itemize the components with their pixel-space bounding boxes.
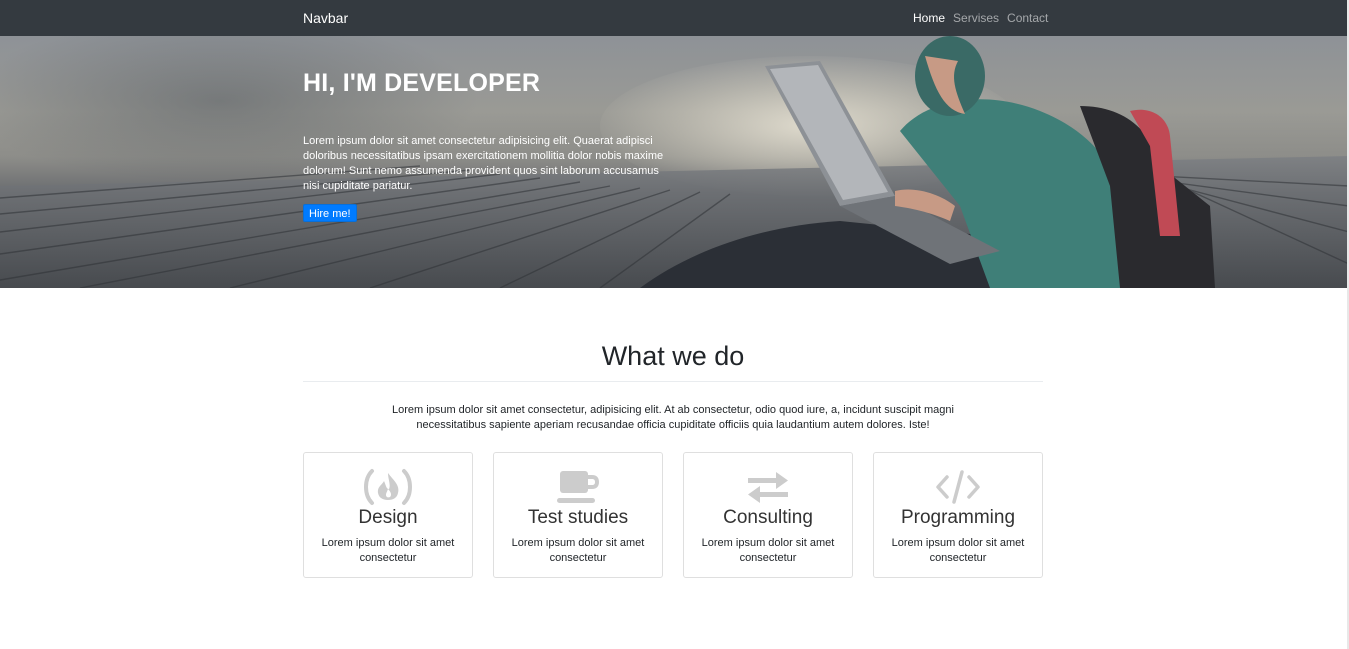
card-text: Lorem ipsum dolor sit amet consectetur [511,537,645,564]
navbar: Navbar Home Servises Contact [0,0,1349,36]
nav-link-contact[interactable]: Contact [1007,11,1048,25]
card-title: Consulting [723,507,813,528]
navbar-brand[interactable]: Navbar [303,10,348,26]
card-text: Lorem ipsum dolor sit amet consectetur [891,537,1025,564]
card-title: Programming [900,507,1016,528]
section-divider [303,381,1043,382]
service-card-consulting: Consulting Lorem ipsum dolor sit amet co… [683,452,853,578]
hero-description: Lorem ipsum dolor sit amet consectetur a… [303,135,664,192]
section-title: What we do [601,341,745,371]
card-text: Lorem ipsum dolor sit amet consectetur [701,537,835,564]
card-text: Lorem ipsum dolor sit amet consectetur [321,537,455,564]
developer-figure [640,36,1215,288]
hero-banner: HI, I'M DEVELOPER Lorem ipsum dolor sit … [0,36,1349,288]
coffee-icon [494,467,662,507]
service-card-design: Design Lorem ipsum dolor sit amet consec… [303,452,473,578]
nav-link-services[interactable]: Servises [953,11,999,25]
exchange-icon [684,467,852,507]
card-title: Test studies [527,507,629,528]
free-code-camp-icon [304,467,472,507]
hero-title: HI, I'M DEVELOPER [303,69,541,97]
card-title: Design [358,507,418,528]
service-card-programming: Programming Lorem ipsum dolor sit amet c… [873,452,1043,578]
section-description: Lorem ipsum dolor sit amet consectetur, … [392,404,954,431]
hire-me-button[interactable]: Hire me! [303,204,357,222]
nav-link-home[interactable]: Home [913,11,945,25]
nav-links: Home Servises Contact [913,11,1048,25]
code-icon [874,467,1042,507]
service-card-test-studies: Test studies Lorem ipsum dolor sit amet … [493,452,663,578]
